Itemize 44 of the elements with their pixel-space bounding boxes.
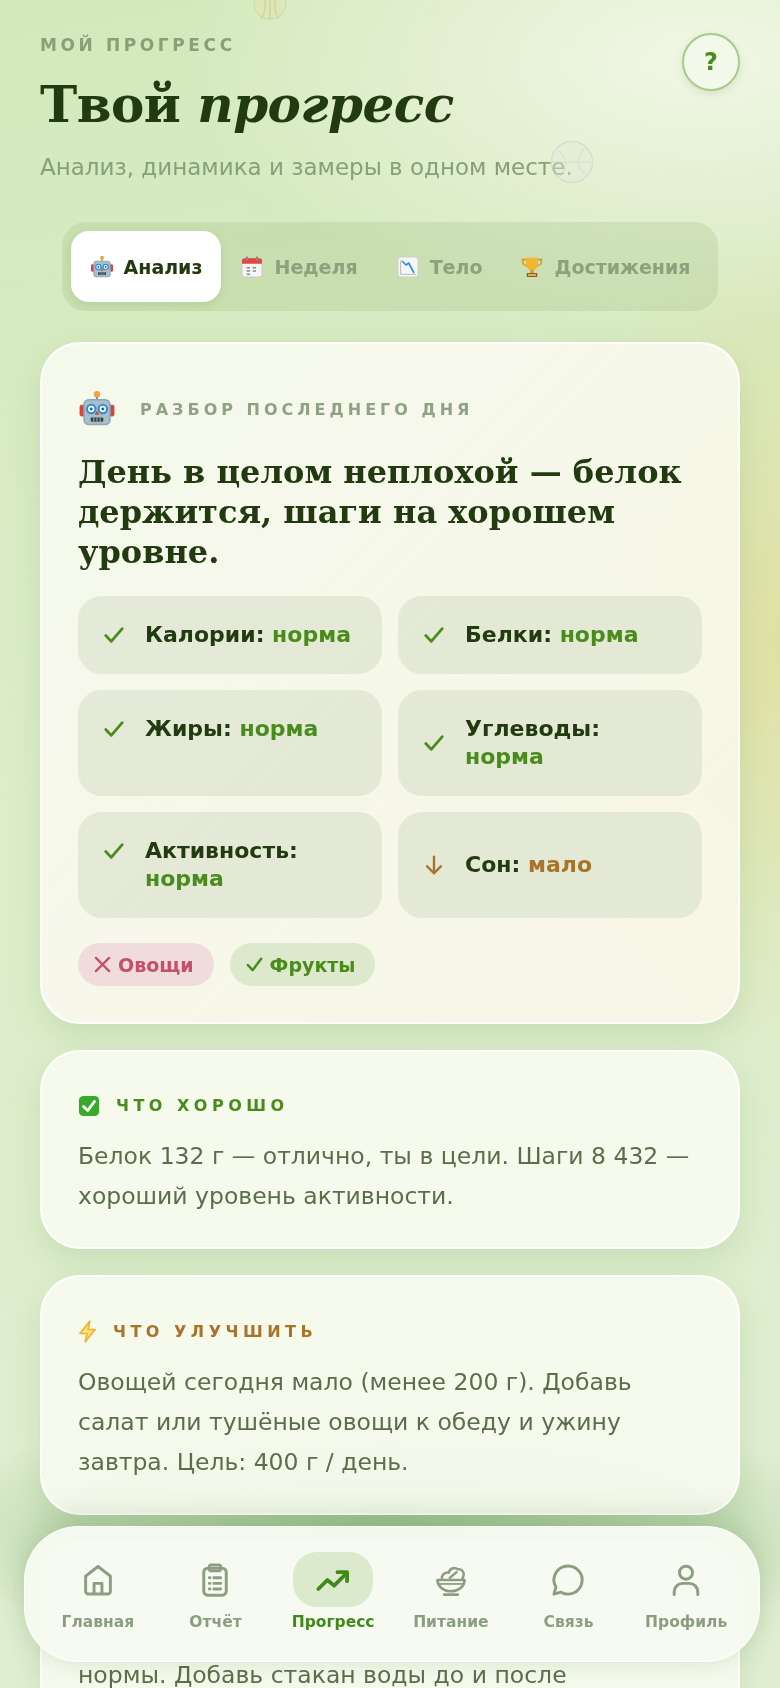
tab[interactable]: Анализ: [70, 231, 222, 302]
metric-text: Активность: норма: [145, 837, 299, 893]
insight-text: Овощей сегодня мало (менее 200 г). Добавь салат или тушёные овощи к обеду и ужину завтра. Цель: 400 г / день.: [78, 1367, 633, 1478]
nav-item[interactable]: Связь: [509, 1527, 628, 1661]
robot-icon: [89, 254, 114, 279]
lightning-icon: [78, 1320, 97, 1343]
page-eyebrow: МОЙ ПРОГРЕСС: [40, 34, 236, 56]
insight-text: Белок 132 г — отлично, ты в цели. Шаги 8 432 — хороший уровень активности.: [78, 1141, 691, 1212]
chart-down-icon: [395, 254, 420, 279]
check-box-icon: [78, 1095, 100, 1117]
insight-title: ЧТО УЛУЧШИТЬ: [113, 1320, 318, 1343]
insight-title: ЧТО ХОРОШО: [116, 1095, 289, 1117]
calendar-icon: [240, 254, 265, 279]
check-icon: [103, 840, 125, 862]
check-icon: [423, 732, 445, 754]
tag-label: Овощи: [118, 953, 194, 976]
page-subtitle: Анализ, динамика и замеры в одном месте.: [40, 153, 573, 182]
check-icon: [103, 718, 125, 740]
page-title: Твой прогресс: [40, 74, 454, 136]
tab[interactable]: Тело: [376, 231, 502, 302]
tab[interactable]: Неделя: [221, 231, 377, 302]
metric-text: Жиры: норма: [145, 715, 319, 743]
tab[interactable]: Достижения: [501, 231, 710, 302]
help-button[interactable]: ?: [682, 33, 740, 91]
nav-item[interactable]: Питание: [392, 1527, 510, 1661]
robot-icon: [78, 390, 116, 428]
nav-item[interactable]: Профиль: [627, 1527, 745, 1661]
check-icon: [423, 624, 445, 646]
nav-item[interactable]: Прогресс: [274, 1527, 392, 1661]
analysis-headline: День в целом неплохой — белок держится, шаги на хорошем уровне.: [78, 452, 683, 572]
metric-text: Белки: норма: [465, 621, 639, 649]
check-icon: [244, 955, 264, 974]
metric-text: Калории: норма: [145, 621, 351, 649]
metric-text: Сон: мало: [465, 851, 592, 879]
cross-icon: [93, 955, 112, 974]
arrow-down-icon: [423, 854, 445, 876]
nav-item[interactable]: Отчёт: [156, 1527, 275, 1661]
insight-text: нормы. Добавь стакан воды до и после: [78, 1663, 567, 1688]
tag-label: Фрукты: [269, 953, 356, 976]
metric-text: Углеводы: норма: [465, 715, 601, 771]
card-label: РАЗБОР ПОСЛЕДНЕГО ДНЯ: [140, 399, 474, 419]
trending-up-icon: [293, 1552, 374, 1607]
check-icon: [103, 624, 125, 646]
nav-item[interactable]: Главная: [39, 1527, 157, 1661]
